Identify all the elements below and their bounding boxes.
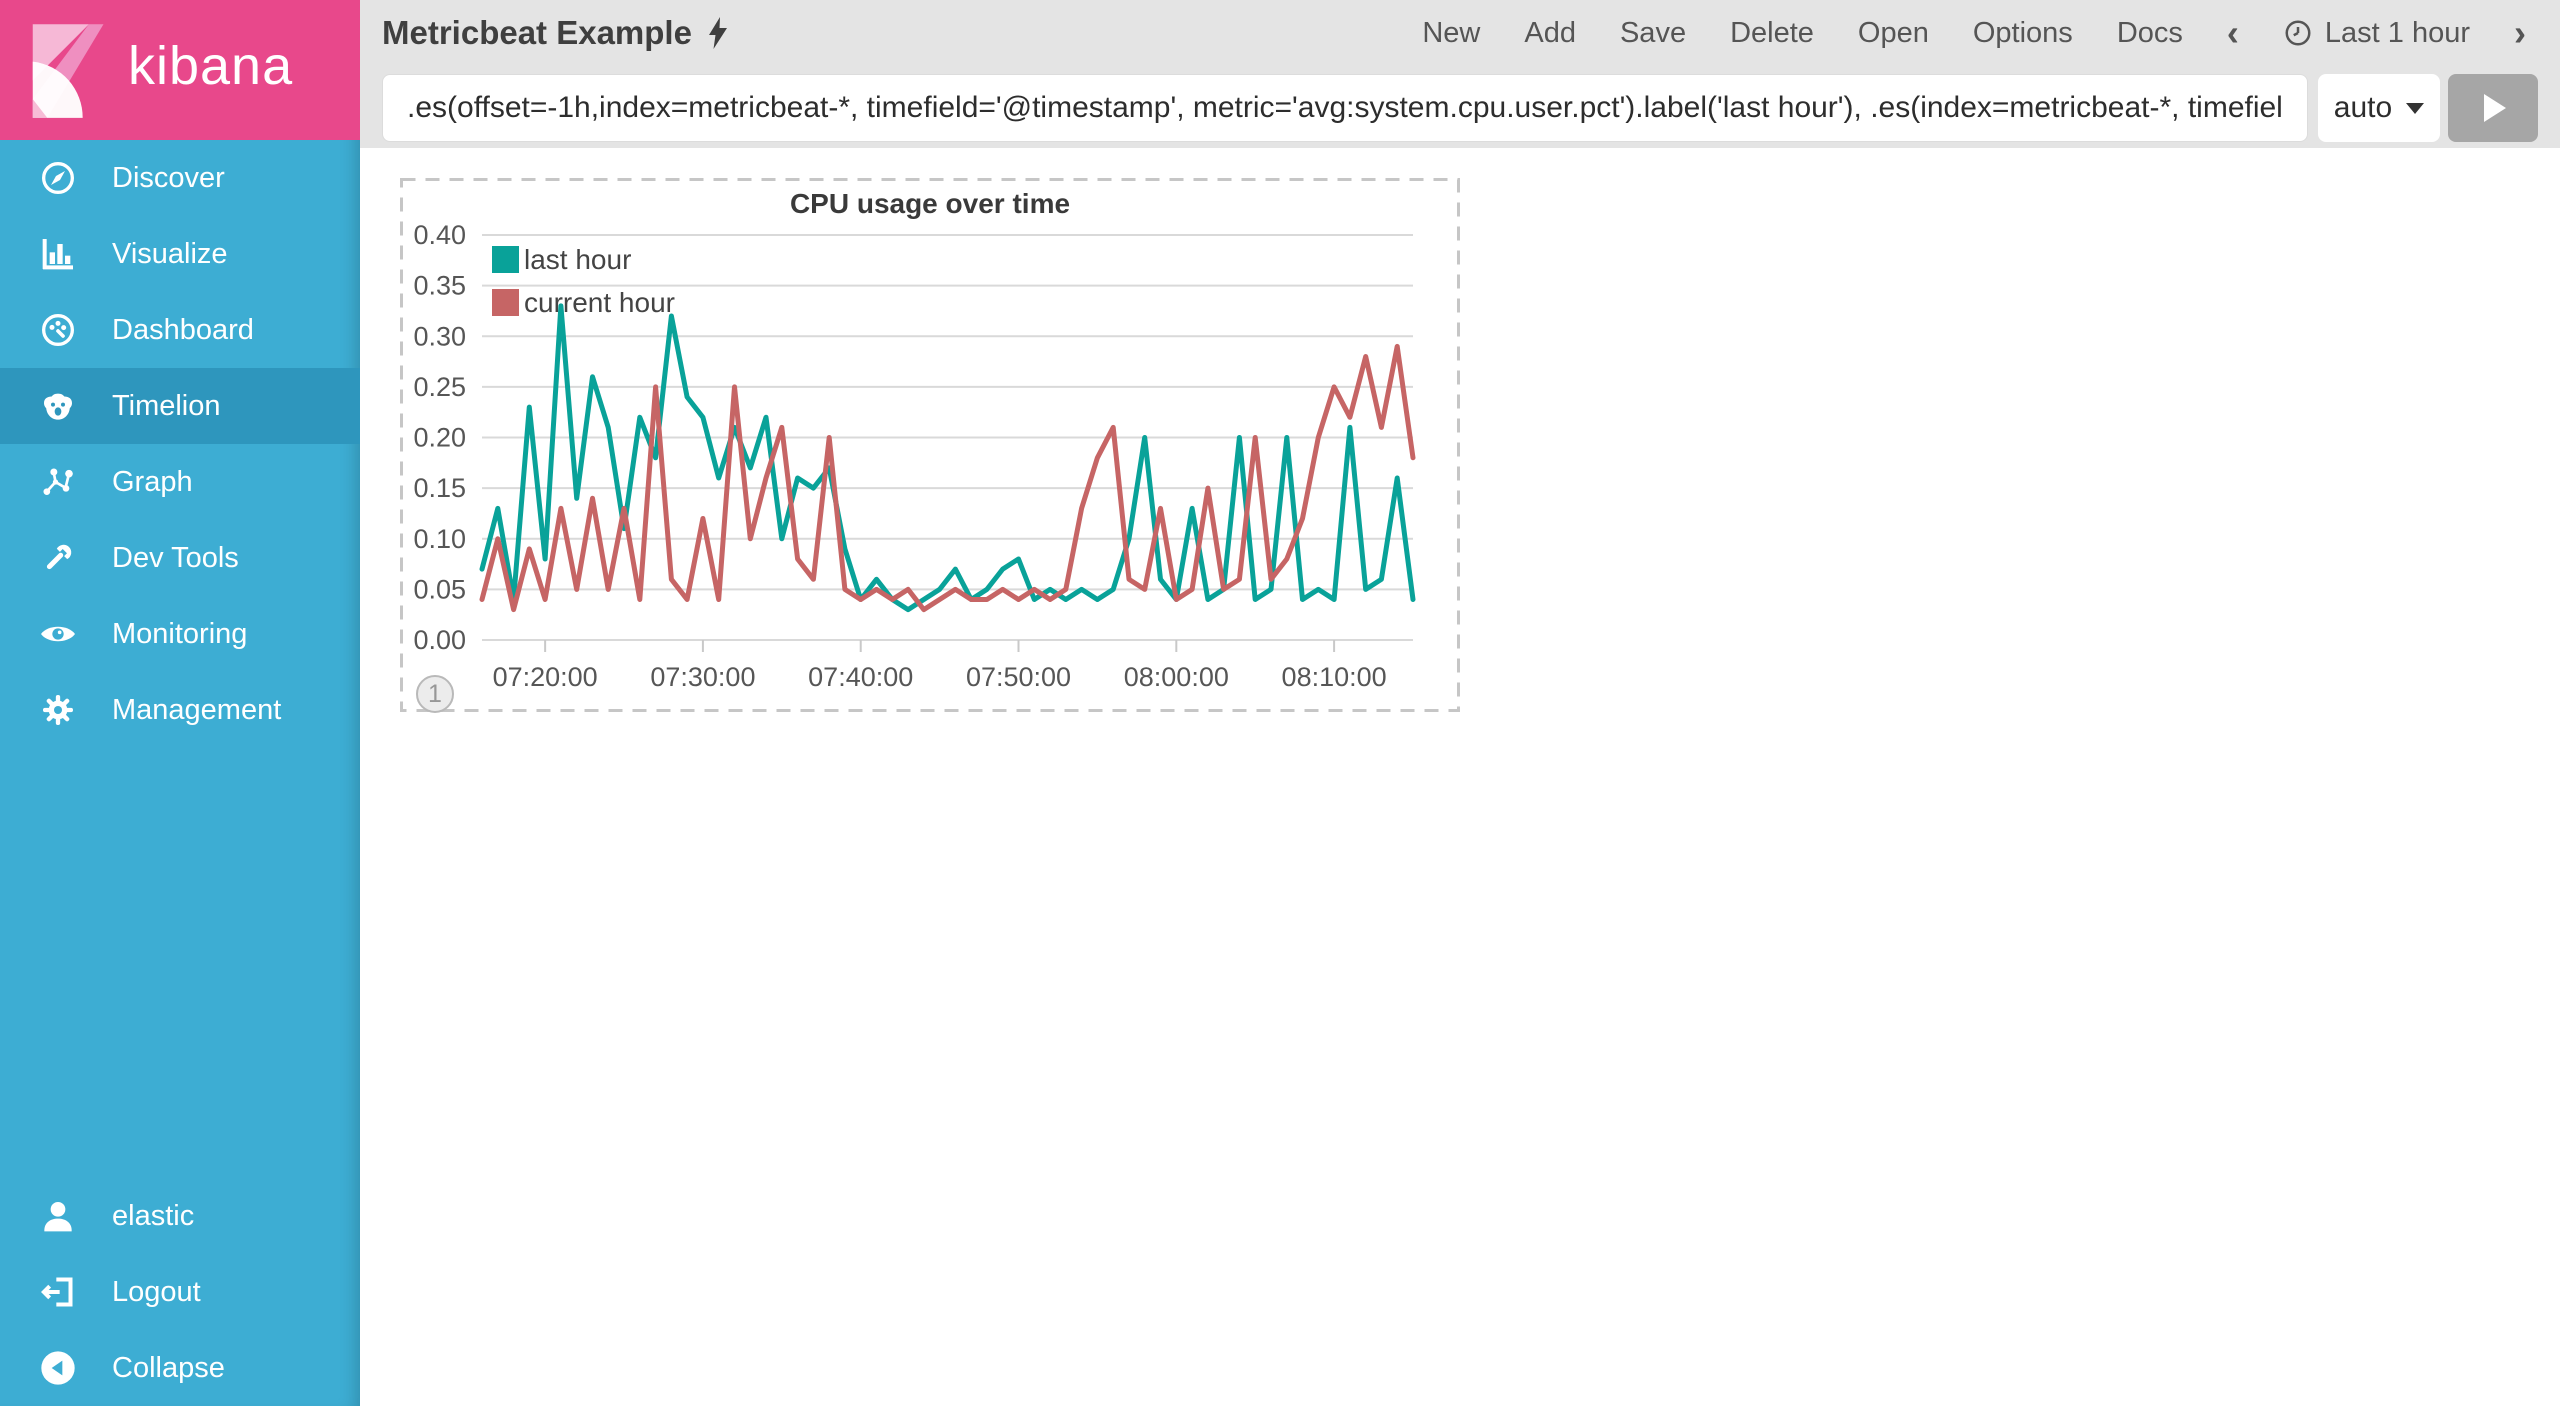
sidebar-item-label: Visualize — [112, 237, 228, 270]
sidebar-nav: Discover Visualize Dashboard Timelion Gr… — [0, 140, 360, 748]
topbar-menu: New Add Save Delete Open Options Docs ‹ … — [1422, 15, 2560, 51]
legend-swatch-red — [492, 289, 519, 316]
sidebar-item-label: Dashboard — [112, 313, 254, 346]
svg-text:0.25: 0.25 — [413, 372, 466, 402]
collapse-circle-icon — [36, 1346, 80, 1390]
svg-text:0.15: 0.15 — [413, 473, 466, 503]
legend-label: last hour — [524, 243, 632, 275]
sea-lion-icon — [36, 384, 80, 428]
graph-icon — [36, 460, 80, 504]
chevron-down-icon — [2406, 102, 2425, 114]
sidebar-item-label: Collapse — [112, 1351, 225, 1384]
sidebar-item-visualize[interactable]: Visualize — [0, 216, 360, 292]
topbar: Metricbeat Example New Add Save Delete O… — [360, 0, 2560, 148]
time-picker-label: Last 1 hour — [2324, 16, 2470, 49]
svg-text:0.05: 0.05 — [413, 574, 466, 604]
sidebar-item-label: Discover — [112, 161, 225, 194]
menu-docs[interactable]: Docs — [2117, 17, 2183, 50]
logout-icon — [36, 1270, 80, 1314]
svg-text:07:50:00: 07:50:00 — [966, 662, 1071, 692]
legend-item-current-hour[interactable]: current hour — [492, 281, 675, 324]
sidebar-item-management[interactable]: Management — [0, 672, 360, 748]
timelion-expression-input[interactable] — [382, 74, 2308, 142]
svg-text:0.20: 0.20 — [413, 423, 466, 453]
content-area: 0.00 0.05 0.10 0.15 0.20 0.25 0.30 0.35 0.40 07:2… — [360, 148, 2560, 1406]
menu-options[interactable]: Options — [1973, 17, 2073, 50]
menu-save[interactable]: Save — [1620, 17, 1686, 50]
interval-select[interactable]: auto — [2318, 74, 2440, 142]
user-icon — [36, 1194, 80, 1238]
sidebar-item-label: Logout — [112, 1275, 201, 1308]
main-area: Metricbeat Example New Add Save Delete O… — [360, 0, 2560, 1406]
kibana-logo[interactable]: kibana — [0, 0, 360, 140]
sidebar-item-label: elastic — [112, 1199, 195, 1232]
kibana-logo-icon — [32, 24, 104, 118]
query-row: auto — [382, 74, 2538, 142]
svg-text:08:00:00: 08:00:00 — [1124, 662, 1229, 692]
svg-text:0.10: 0.10 — [413, 524, 466, 554]
svg-text:0.35: 0.35 — [413, 271, 466, 301]
sidebar-item-label: Monitoring — [112, 617, 248, 650]
sidebar-item-user-elastic[interactable]: elastic — [0, 1178, 360, 1254]
gear-icon — [36, 688, 80, 732]
legend-label: current hour — [524, 286, 675, 318]
svg-text:07:20:00: 07:20:00 — [493, 662, 598, 692]
sidebar-item-timelion[interactable]: Timelion — [0, 368, 360, 444]
compass-icon — [36, 156, 80, 200]
interval-value: auto — [2333, 91, 2393, 124]
sheet-title: Metricbeat Example — [382, 14, 692, 51]
timelion-chart-panel[interactable]: 0.00 0.05 0.10 0.15 0.20 0.25 0.30 0.35 0.40 07:2… — [400, 178, 1460, 713]
sidebar-footer: elastic Logout Collapse — [0, 1178, 360, 1406]
sidebar: kibana Discover Visualize Dashboard Time… — [0, 0, 360, 1406]
sidebar-item-dev-tools[interactable]: Dev Tools — [0, 520, 360, 596]
legend-item-last-hour[interactable]: last hour — [492, 238, 675, 281]
menu-add[interactable]: Add — [1524, 17, 1576, 50]
svg-text:07:30:00: 07:30:00 — [650, 662, 755, 692]
lightning-bolt-icon — [708, 17, 727, 49]
sidebar-item-label: Dev Tools — [112, 541, 239, 574]
svg-text:07:40:00: 07:40:00 — [808, 662, 913, 692]
sidebar-item-graph[interactable]: Graph — [0, 444, 360, 520]
time-picker[interactable]: Last 1 hour — [2283, 17, 2470, 50]
menu-open[interactable]: Open — [1858, 17, 1929, 50]
chart-title: CPU usage over time — [789, 188, 1071, 219]
chart-legend: last hour current hour — [492, 238, 675, 324]
kibana-logo-text: kibana — [128, 36, 294, 96]
bar-chart-icon — [36, 232, 80, 276]
time-prev-icon[interactable]: ‹ — [2227, 15, 2239, 51]
panel-number-badge[interactable]: 1 — [416, 675, 454, 713]
topbar-title-row: Metricbeat Example New Add Save Delete O… — [360, 0, 2560, 66]
sidebar-item-logout[interactable]: Logout — [0, 1254, 360, 1330]
sidebar-item-label: Timelion — [112, 389, 221, 422]
eye-icon — [36, 612, 80, 656]
wrench-icon — [36, 536, 80, 580]
svg-text:0.40: 0.40 — [413, 220, 466, 250]
sidebar-item-discover[interactable]: Discover — [0, 140, 360, 216]
legend-swatch-teal — [492, 246, 519, 273]
time-next-icon[interactable]: › — [2514, 15, 2526, 51]
clock-icon — [2283, 18, 2313, 48]
run-expression-button[interactable] — [2448, 74, 2538, 142]
svg-text:0.30: 0.30 — [413, 321, 466, 351]
menu-delete[interactable]: Delete — [1730, 17, 1814, 50]
svg-text:08:10:00: 08:10:00 — [1282, 662, 1387, 692]
dashboard-icon — [36, 308, 80, 352]
play-icon — [2484, 94, 2506, 122]
sidebar-item-monitoring[interactable]: Monitoring — [0, 596, 360, 672]
svg-text:0.00: 0.00 — [413, 625, 466, 655]
sidebar-item-label: Management — [112, 693, 282, 726]
sidebar-item-collapse[interactable]: Collapse — [0, 1330, 360, 1406]
menu-new[interactable]: New — [1422, 17, 1480, 50]
kibana-app: kibana Discover Visualize Dashboard Time… — [0, 0, 2560, 1406]
sidebar-item-dashboard[interactable]: Dashboard — [0, 292, 360, 368]
sidebar-item-label: Graph — [112, 465, 193, 498]
